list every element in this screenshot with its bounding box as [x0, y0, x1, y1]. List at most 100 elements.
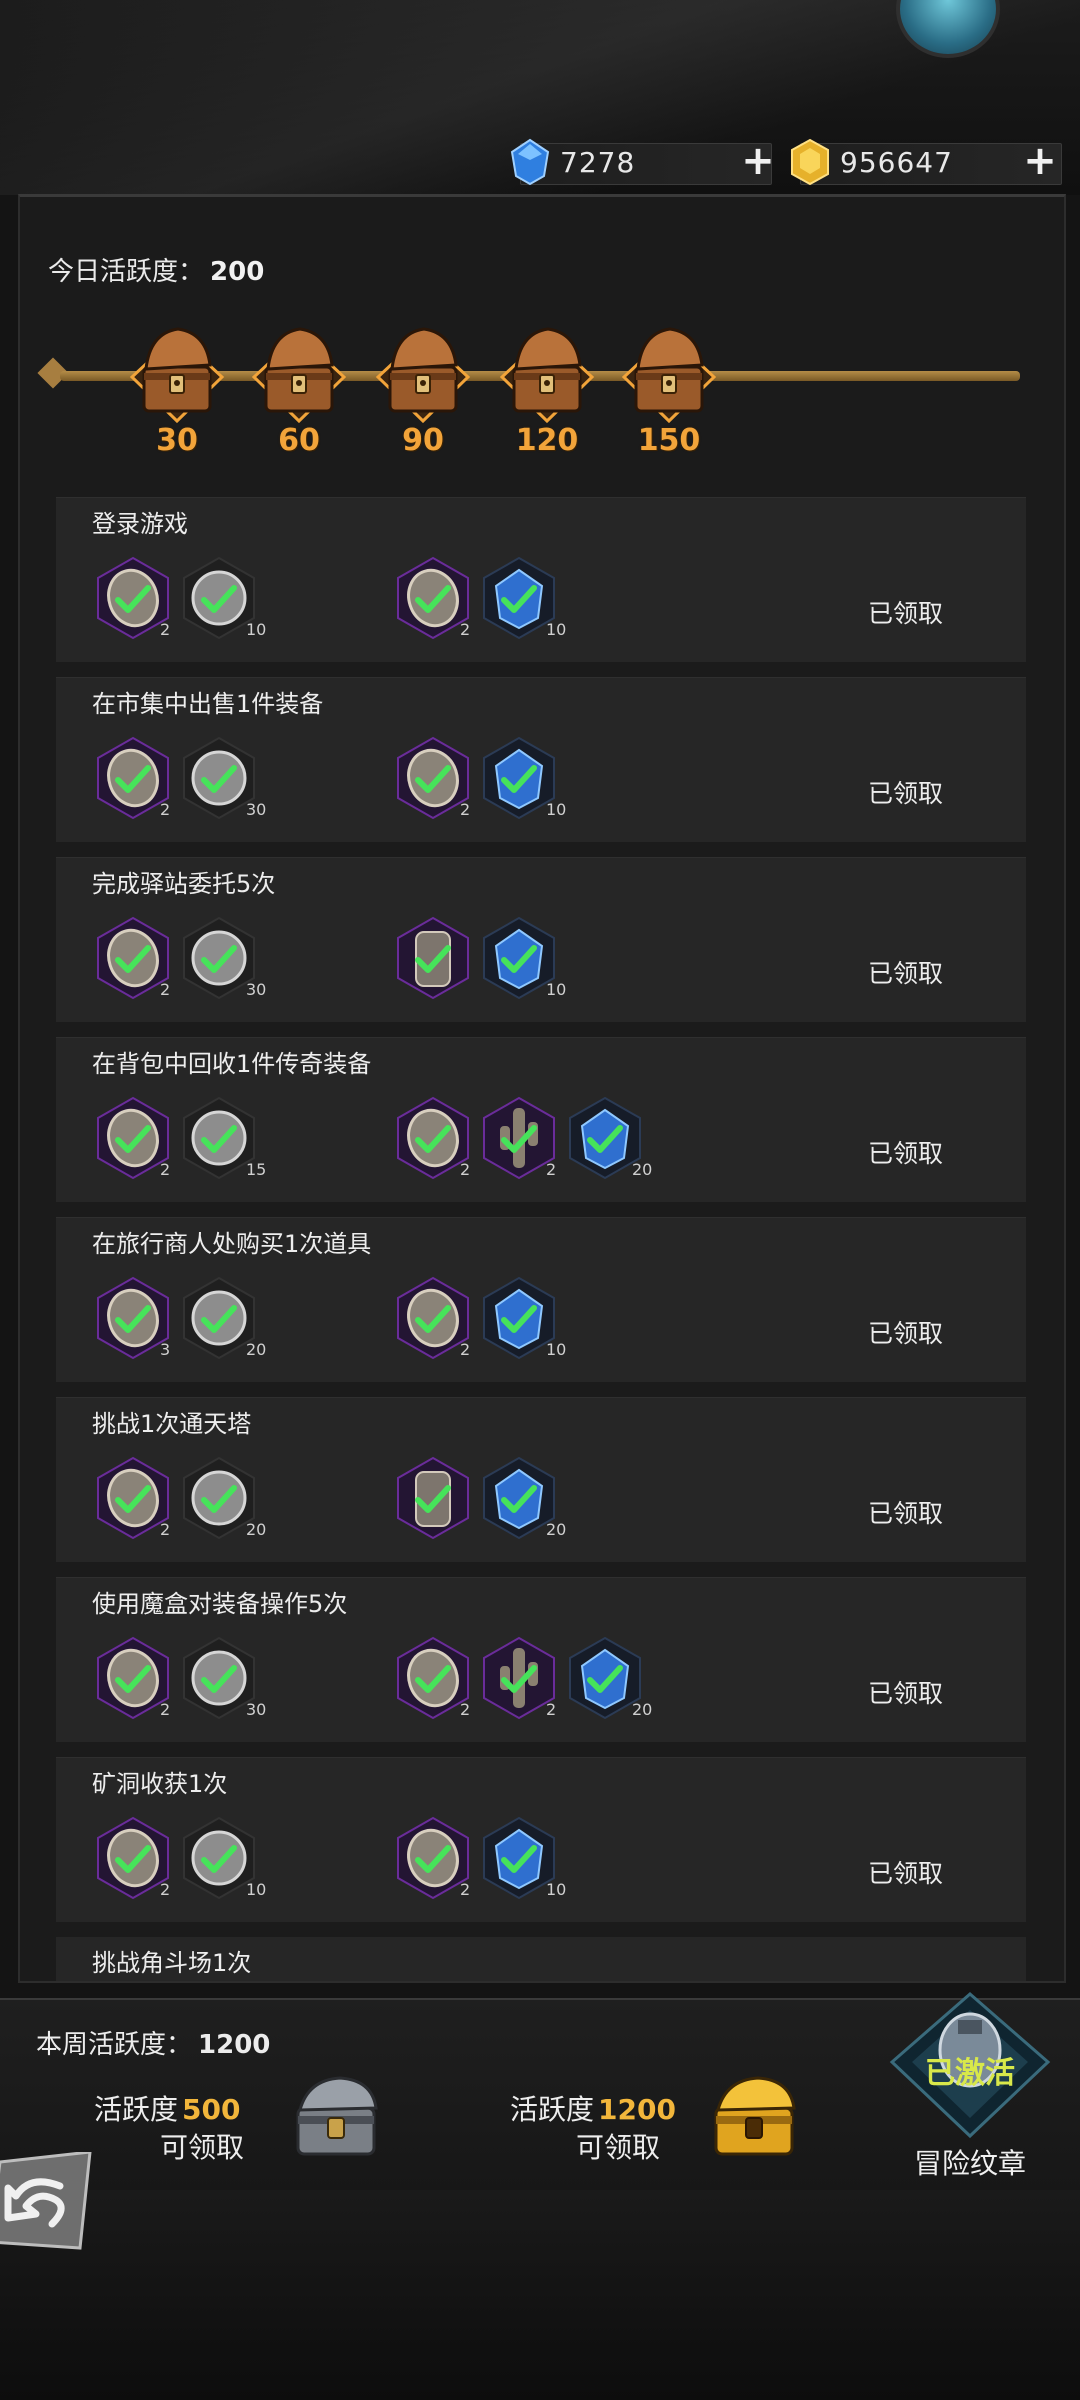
milestone-label: 30	[156, 423, 198, 458]
milestone-chest-icon[interactable]	[614, 317, 724, 427]
add-gold-button[interactable]: +	[1022, 141, 1058, 181]
reward-count: 2	[160, 980, 171, 999]
stone-token-reward[interactable]: 2	[94, 1816, 172, 1900]
weekly-activity-label: 本周活跃度： 1200	[36, 2030, 271, 2060]
reward-count: 10	[546, 620, 567, 639]
gold-coin-icon	[791, 138, 829, 186]
claimed-status: 已领取	[868, 1139, 944, 1168]
reward-count: 2	[460, 620, 471, 639]
cactus-totem-reward[interactable]: 2	[480, 1096, 558, 1180]
tablet-reward[interactable]	[394, 1456, 472, 1540]
reward-count: 2	[160, 1520, 171, 1539]
milestone-chest-icon[interactable]	[368, 317, 478, 427]
reward-count: 20	[632, 1700, 653, 1719]
weekly-activity-value: 1200	[198, 2030, 271, 2060]
stone-token-reward[interactable]: 2	[394, 1816, 472, 1900]
reward-count: 30	[246, 1700, 267, 1719]
list-item[interactable]: 完成驿站委托5次 2 30 10 已领取	[56, 857, 1026, 1022]
list-item[interactable]: 使用魔盒对装备操作5次 2 30 2 2 20 已领取	[56, 1577, 1026, 1742]
list-item[interactable]: 在旅行商人处购买1次道具 3 20 2 10 已领取	[56, 1217, 1026, 1382]
silver-coin-reward[interactable]: 30	[180, 736, 266, 820]
reward-count: 2	[460, 800, 471, 819]
silver-coin-reward[interactable]: 30	[180, 1636, 266, 1720]
daily-activity-panel: 今日活跃度： 200 30 60 90 120 150 登录游戏 2 10 2 10 已领取 在市集中…	[18, 194, 1066, 1983]
medal-caption: 冒险纹章	[913, 2147, 1026, 2180]
gold-value: 956647	[840, 146, 953, 179]
stone-token-reward[interactable]: 2	[94, 916, 172, 1000]
blue-crystal-reward[interactable]: 20	[480, 1456, 566, 1540]
daily-activity-label: 今日活跃度： 200	[48, 257, 265, 287]
blue-crystal-reward[interactable]: 20	[566, 1636, 652, 1720]
bottom-bar	[0, 2190, 1080, 2400]
stone-token-reward[interactable]: 2	[394, 1096, 472, 1180]
task-title: 登录游戏	[92, 510, 188, 538]
silver-coin-reward[interactable]: 10	[180, 556, 266, 640]
stone-token-reward[interactable]: 3	[94, 1276, 172, 1360]
milestone-chest-icon[interactable]	[492, 317, 602, 427]
list-item[interactable]: 登录游戏 2 10 2 10 已领取	[56, 497, 1026, 662]
weekly-reward-1200-label: 活跃度 1200	[510, 2093, 676, 2126]
back-arrow-icon[interactable]	[0, 2152, 100, 2252]
task-title: 在背包中回收1件传奇装备	[92, 1050, 372, 1078]
reward-count: 30	[246, 800, 267, 819]
claimed-status: 已领取	[868, 959, 944, 988]
reward-count: 2	[160, 1880, 171, 1899]
blue-crystal-reward[interactable]: 10	[480, 556, 566, 640]
reward-count: 10	[246, 620, 267, 639]
blue-crystal-reward[interactable]: 10	[480, 736, 566, 820]
adventure-medal[interactable]: 已激活 冒险纹章	[880, 1992, 1060, 2190]
reward-count: 2	[460, 1160, 471, 1179]
silver-coin-reward[interactable]: 15	[180, 1096, 266, 1180]
reward-count: 2	[546, 1700, 557, 1719]
task-title: 挑战角斗场1次	[92, 1949, 252, 1977]
list-item[interactable]: 矿洞收获1次 2 10 2 10 已领取	[56, 1757, 1026, 1922]
tablet-reward[interactable]	[394, 916, 472, 1000]
add-diamond-button[interactable]: +	[740, 141, 776, 181]
blue-crystal-reward[interactable]: 10	[480, 1816, 566, 1900]
weekly-reward-500-label: 活跃度 500	[94, 2093, 241, 2126]
reward-count: 10	[546, 800, 567, 819]
silver-coin-reward[interactable]: 30	[180, 916, 266, 1000]
reward-count: 2	[160, 800, 171, 819]
stone-token-reward[interactable]: 2	[94, 1636, 172, 1720]
task-title: 矿洞收获1次	[92, 1770, 228, 1798]
stone-token-reward[interactable]: 2	[394, 1636, 472, 1720]
reward-count: 20	[546, 1520, 567, 1539]
reward-count: 2	[460, 1340, 471, 1359]
silver-coin-reward[interactable]: 10	[180, 1816, 266, 1900]
reward-count: 2	[160, 1160, 171, 1179]
milestone-chest-icon[interactable]	[244, 317, 354, 427]
list-item[interactable]: 挑战角斗场1次	[56, 1937, 1026, 1981]
blue-crystal-reward[interactable]: 10	[480, 916, 566, 1000]
stone-token-reward[interactable]: 2	[94, 1096, 172, 1180]
blue-crystal-reward[interactable]: 20	[566, 1096, 652, 1180]
claimed-status: 已领取	[868, 779, 944, 808]
reward-count: 3	[160, 1340, 171, 1359]
gold-chest-icon[interactable]	[706, 2072, 802, 2162]
silver-coin-reward[interactable]: 20	[180, 1456, 266, 1540]
stone-token-reward[interactable]: 2	[394, 736, 472, 820]
milestone-label: 120	[515, 423, 579, 458]
stone-token-reward[interactable]: 2	[394, 1276, 472, 1360]
stone-token-reward[interactable]: 2	[94, 736, 172, 820]
cactus-totem-reward[interactable]: 2	[480, 1636, 558, 1720]
list-item[interactable]: 在市集中出售1件装备 2 30 2 10 已领取	[56, 677, 1026, 842]
milestone-chest-icon[interactable]	[122, 317, 232, 427]
task-title: 挑战1次通天塔	[92, 1410, 252, 1438]
list-item[interactable]: 在背包中回收1件传奇装备 2 15 2 2 20 已领取	[56, 1037, 1026, 1202]
reward-count: 30	[246, 980, 267, 999]
stone-token-reward[interactable]: 2	[94, 1456, 172, 1540]
claimed-status: 已领取	[868, 1679, 944, 1708]
stone-token-reward[interactable]: 2	[94, 556, 172, 640]
blue-crystal-reward[interactable]: 10	[480, 1276, 566, 1360]
stone-token-reward[interactable]: 2	[394, 556, 472, 640]
medal-status: 已激活	[925, 2056, 1015, 2091]
diamond-box	[520, 143, 772, 185]
silver-chest-icon[interactable]	[288, 2072, 384, 2162]
silver-coin-reward[interactable]: 20	[180, 1276, 266, 1360]
milestone-label: 60	[278, 423, 320, 458]
list-item[interactable]: 挑战1次通天塔 2 20 20 已领取	[56, 1397, 1026, 1562]
tablet-icon	[397, 1456, 469, 1540]
reward-count: 10	[546, 1340, 567, 1359]
reward-count: 2	[460, 1880, 471, 1899]
